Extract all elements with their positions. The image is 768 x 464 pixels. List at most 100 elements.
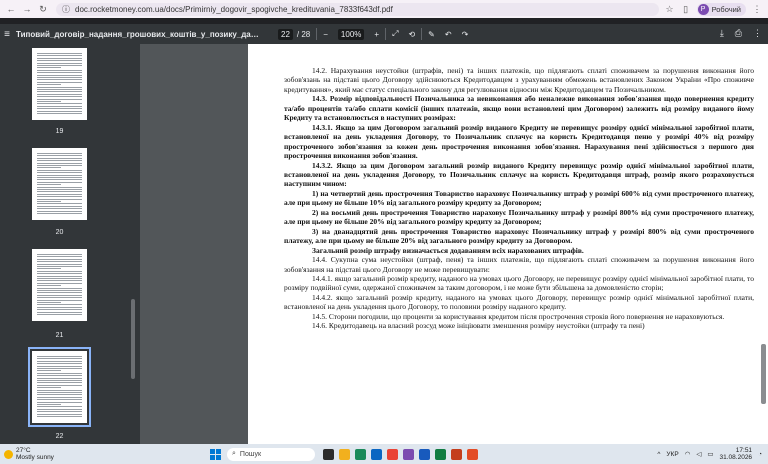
edge-icon[interactable]: [355, 448, 366, 460]
print-icon[interactable]: ⎙: [735, 28, 742, 39]
sidebar-panel-icon[interactable]: ▯: [681, 4, 691, 14]
thumbnail-text-line: [37, 91, 82, 93]
forward-icon[interactable]: →: [22, 4, 32, 14]
task-view-icon[interactable]: [323, 448, 334, 460]
rotate-icon[interactable]: ⟲: [408, 30, 415, 39]
thumbnail-text-line: [37, 81, 82, 83]
document-paragraph: 14.5. Сторони погодили, що проценти за к…: [312, 311, 725, 321]
document-paragraph: 14.3. Розмір відповідальності Позичальни…: [284, 94, 754, 123]
page-number-input[interactable]: 22: [278, 28, 293, 40]
screen: ← → ↻ ⓘ doc.rocketmoney.com.ua/docs/Prim…: [0, 0, 768, 464]
thumbnail-text-line: [37, 72, 82, 74]
thumbnail-text-line: [37, 60, 82, 62]
weather-widget[interactable]: 27°C Mostly sunny: [0, 447, 210, 461]
page-thumbnail[interactable]: [32, 249, 87, 321]
thumbnail-text-line: [37, 177, 82, 178]
chrome-profile-icon[interactable]: [467, 448, 478, 460]
thumbnail-text-line: [37, 157, 82, 159]
fit-page-icon[interactable]: ⤢: [392, 29, 398, 39]
thumbnail-text-line: [37, 380, 82, 381]
page-thumbnail[interactable]: [32, 148, 87, 220]
divider: [316, 28, 318, 40]
thumbnail-text-line: [37, 263, 82, 265]
back-icon[interactable]: ←: [6, 4, 16, 14]
store-icon[interactable]: [371, 448, 382, 460]
chrome-icon[interactable]: [387, 448, 398, 460]
zoom-input[interactable]: 100%: [337, 28, 365, 40]
thumbnail-text-line: [37, 309, 82, 311]
thumbnail-text-line: [37, 273, 82, 275]
thumbnail-text-line: [37, 169, 82, 171]
annotate-icon[interactable]: ✎: [428, 30, 435, 39]
thumbnail-text-line: [37, 254, 82, 255]
site-info-icon[interactable]: ⓘ: [62, 4, 70, 15]
more-menu-icon[interactable]: ⋮: [752, 4, 762, 14]
bookmark-star-icon[interactable]: ☆: [665, 4, 675, 14]
volume-icon[interactable]: ◁: [696, 450, 701, 458]
search-icon: ⌕: [232, 450, 236, 457]
powerpoint-icon[interactable]: [451, 448, 462, 460]
thumbnail-text-line: [37, 189, 82, 190]
avatar: Р: [697, 3, 709, 15]
page-total: / 28: [296, 29, 311, 39]
thumbnail-text-line: [37, 287, 82, 289]
app-icon[interactable]: [403, 448, 414, 460]
download-icon[interactable]: ⤓: [720, 28, 724, 39]
profile-label: Робочий: [711, 4, 741, 14]
pinned-apps: [323, 448, 478, 460]
thumbnail-text-line: [37, 384, 82, 386]
menu-icon[interactable]: ≡: [0, 29, 14, 40]
thumbnail-text-line: [37, 162, 82, 164]
thumbnail-text-line: [37, 193, 82, 195]
thumbnail-text-line: [37, 213, 82, 214]
thumbnail-text-line: [37, 285, 61, 287]
thumbnail-text-line: [37, 365, 82, 367]
chevron-up-icon[interactable]: ^: [657, 451, 660, 458]
more-actions-icon[interactable]: ⋮: [753, 28, 762, 39]
thumbnail-text-line: [37, 372, 82, 374]
thumbnail-label: 21: [55, 332, 64, 339]
system-tray: ^ УКР ◠ ◁ ▭ 17:51 31.08.2026 ◔: [657, 447, 768, 462]
thumbnail-text-line: [37, 69, 82, 71]
file-explorer-icon[interactable]: [339, 448, 350, 460]
search-box[interactable]: ⌕ Пошук: [227, 447, 315, 461]
redo-icon[interactable]: ↷: [462, 30, 469, 39]
clock[interactable]: 17:51 31.08.2026: [720, 447, 753, 462]
thumbnail-text-line: [37, 258, 82, 260]
sidebar-scrollbar[interactable]: [131, 299, 135, 379]
zoom-out-icon[interactable]: −: [323, 30, 328, 39]
zoom-in-icon[interactable]: +: [374, 30, 379, 39]
battery-icon[interactable]: ▭: [707, 450, 713, 458]
reload-icon[interactable]: ↻: [38, 4, 48, 14]
start-icon[interactable]: [210, 448, 221, 460]
thumbnail-text-line: [37, 172, 82, 174]
thumbnail-text-line: [37, 297, 82, 299]
thumbnail-text-line: [37, 105, 82, 107]
thumbnail-text-line: [37, 401, 82, 403]
thumbnail-text-line: [37, 62, 82, 64]
thumbnail-text-line: [37, 311, 82, 313]
word-icon[interactable]: [419, 448, 430, 460]
thumbnail-text-line: [37, 413, 82, 415]
time: 17:51: [735, 446, 753, 454]
thumbnail-text-line: [37, 396, 82, 398]
thumbnail-text-line: [37, 184, 61, 186]
thumbnail-text-line: [37, 205, 82, 207]
thumbnail-text-line: [37, 282, 82, 284]
page-thumbnail[interactable]: [32, 48, 87, 120]
thumbnail-text-line: [37, 186, 82, 188]
thumbnail-text-line: [37, 198, 82, 200]
undo-icon[interactable]: ↶: [445, 30, 452, 39]
address-bar[interactable]: ⓘ doc.rocketmoney.com.ua/docs/Primirniy_…: [56, 2, 659, 16]
page-thumbnail-selected[interactable]: [28, 347, 91, 427]
thumbnail-text-line: [37, 299, 82, 301]
pdf-page: 14.2. Нарахування неустойки (штрафів, пе…: [248, 44, 768, 444]
wifi-icon[interactable]: ◠: [685, 450, 691, 458]
document-paragraph: 14.4. Сукупна сума неустойки (штраф, пен…: [284, 255, 754, 274]
viewer-scrollbar[interactable]: [761, 344, 766, 404]
language-indicator[interactable]: УКР: [666, 451, 678, 458]
excel-icon[interactable]: [435, 448, 446, 460]
notification-icon[interactable]: ◔: [758, 451, 762, 458]
profile-button[interactable]: Р Робочий: [696, 2, 746, 16]
thumbnail-text-line: [37, 210, 82, 212]
